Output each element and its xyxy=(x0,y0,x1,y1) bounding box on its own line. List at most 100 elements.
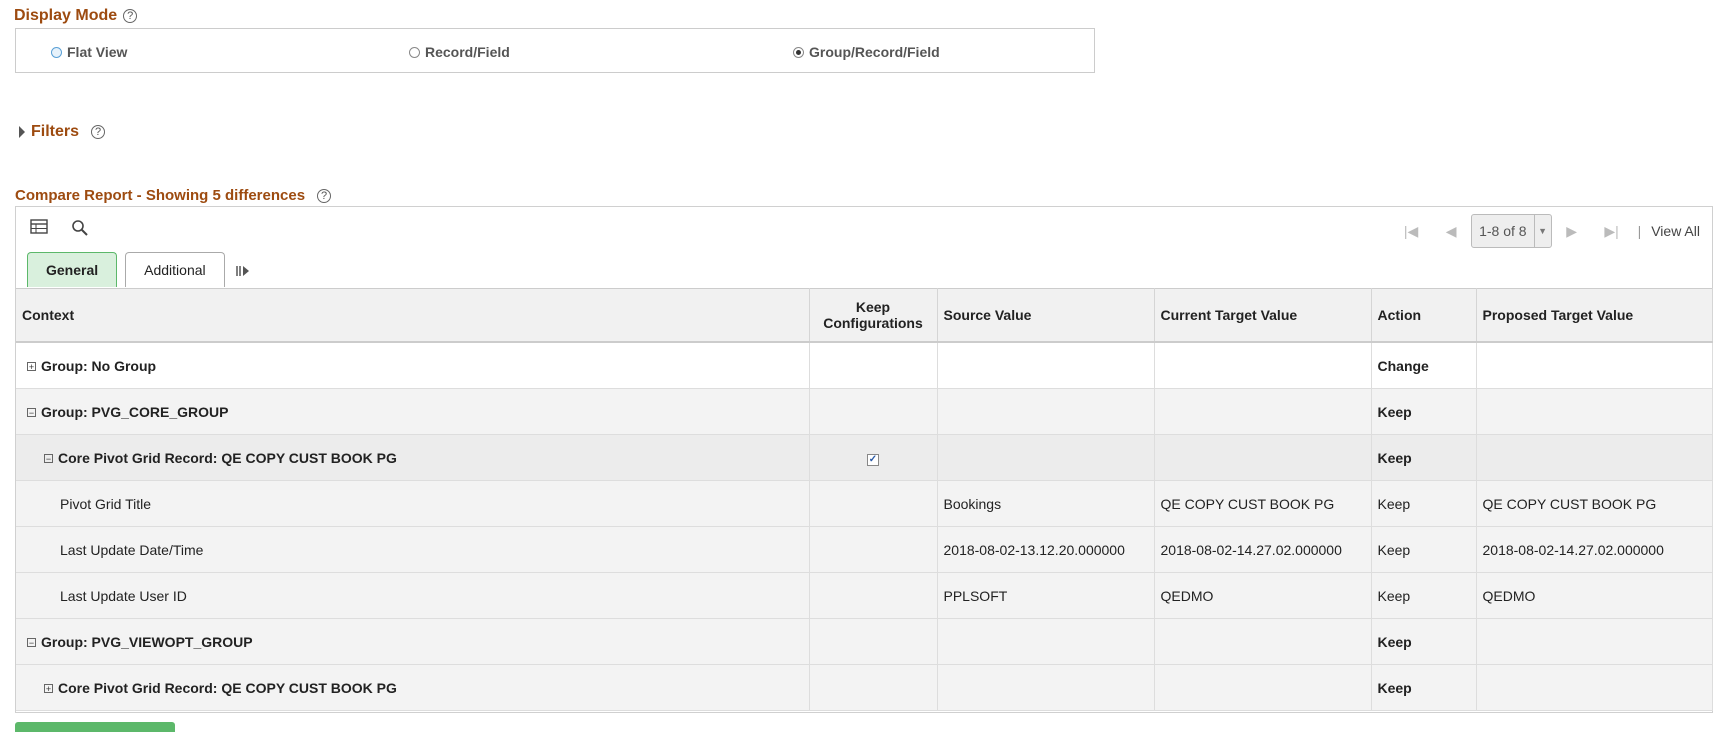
context-cell: Last Update User ID xyxy=(16,572,810,619)
column-header-action[interactable]: Action xyxy=(1371,288,1477,343)
current-cell xyxy=(1154,618,1372,665)
radio-icon[interactable] xyxy=(409,46,420,58)
help-icon[interactable]: ? xyxy=(123,9,138,23)
context-cell: − Group: PVG_CORE_GROUP xyxy=(16,388,810,435)
context-cell: − Group: PVG_VIEWOPT_GROUP xyxy=(16,618,810,665)
tab-additional[interactable]: Additional xyxy=(125,252,225,287)
table-row: − Group: PVG_VIEWOPT_GROUP Keep xyxy=(16,618,1713,665)
context-text: Group: PVG_CORE_GROUP xyxy=(41,403,229,420)
keep-cell xyxy=(809,526,938,573)
radio-record-field[interactable]: Record/Field xyxy=(409,44,510,60)
keep-cell xyxy=(809,388,938,435)
radio-label: Flat View xyxy=(67,44,128,60)
previous-page-icon[interactable]: ◀ xyxy=(1431,223,1471,240)
grid-tabs: General Additional xyxy=(27,252,251,287)
compare-report-label: Compare Report - Showing 5 differences xyxy=(15,187,306,204)
keep-configurations-checkbox[interactable]: ✓ xyxy=(867,454,879,466)
table-header-row: Context Keep Configurations Source Value… xyxy=(16,288,1713,343)
source-cell xyxy=(937,618,1155,665)
column-header-source-value[interactable]: Source Value xyxy=(937,288,1155,343)
keep-cell xyxy=(809,618,938,665)
column-header-proposed-target-value[interactable]: Proposed Target Value xyxy=(1476,288,1713,343)
proposed-cell xyxy=(1476,342,1713,389)
proposed-cell: 2018-08-02-14.27.02.000000 xyxy=(1476,526,1713,573)
column-header-context[interactable]: Context xyxy=(16,288,810,343)
context-text: Group: No Group xyxy=(41,357,157,374)
current-cell xyxy=(1154,664,1372,711)
context-text: Core Pivot Grid Record: QE COPY CUST BOO… xyxy=(58,679,397,696)
first-page-icon[interactable]: |◀ xyxy=(1391,223,1431,240)
table-row: + Core Pivot Grid Record: QE COPY CUST BO… xyxy=(16,664,1713,711)
tab-general[interactable]: General xyxy=(27,252,118,287)
proposed-cell: QE COPY CUST BOOK PG xyxy=(1476,480,1713,527)
table-row: + Group: No Group Change xyxy=(16,342,1713,389)
proposed-cell xyxy=(1476,664,1713,711)
help-icon[interactable]: ? xyxy=(317,188,332,203)
divider: | xyxy=(1637,223,1642,239)
radio-icon[interactable] xyxy=(793,46,804,58)
radio-label: Group/Record/Field xyxy=(809,44,940,60)
collapse-icon[interactable]: − xyxy=(27,407,36,417)
row-count-select[interactable]: 1-8 of 8 ▼ xyxy=(1471,214,1552,248)
display-mode-title: Display Mode ? xyxy=(14,7,138,25)
expand-icon[interactable]: + xyxy=(44,683,53,693)
current-cell xyxy=(1154,388,1372,435)
last-page-icon[interactable]: ▶| xyxy=(1592,223,1632,240)
table-row: − Core Pivot Grid Record: QE COPY CUST BO… xyxy=(16,434,1713,481)
context-text: Group: PVG_VIEWOPT_GROUP xyxy=(41,633,253,650)
proposed-cell: QEDMO xyxy=(1476,572,1713,619)
context-text: Core Pivot Grid Record: QE COPY CUST BOO… xyxy=(58,449,397,466)
current-cell: QE COPY CUST BOOK PG xyxy=(1154,480,1372,527)
personalize-grid-icon[interactable] xyxy=(30,219,48,238)
help-icon[interactable]: ? xyxy=(91,125,106,139)
search-icon[interactable] xyxy=(71,219,89,240)
keep-cell xyxy=(809,664,938,711)
action-cell: Keep xyxy=(1371,572,1477,619)
context-cell: − Core Pivot Grid Record: QE COPY CUST BO… xyxy=(16,434,810,481)
show-all-columns-icon[interactable] xyxy=(235,264,251,281)
row-count-label: 1-8 of 8 xyxy=(1479,223,1527,239)
expand-icon[interactable]: + xyxy=(27,361,36,371)
table-row: Last Update Date/Time 2018-08-02-13.12.2… xyxy=(16,526,1713,573)
next-page-icon[interactable]: ▶ xyxy=(1552,223,1592,240)
column-header-keep-configurations[interactable]: Keep Configurations xyxy=(809,288,938,343)
chevron-down-icon[interactable]: ▼ xyxy=(1533,215,1551,247)
source-cell xyxy=(937,434,1155,481)
compare-grid: |◀ ◀ 1-8 of 8 ▼ ▶ ▶| | View All General … xyxy=(15,206,1713,713)
context-cell: + Group: No Group xyxy=(16,342,810,389)
source-cell xyxy=(937,342,1155,389)
view-all-link[interactable]: View All xyxy=(1651,223,1700,239)
radio-flat-view[interactable]: Flat View xyxy=(51,44,127,60)
source-cell xyxy=(937,664,1155,711)
current-cell: 2018-08-02-14.27.02.000000 xyxy=(1154,526,1372,573)
radio-group-record-field[interactable]: Group/Record/Field xyxy=(793,44,940,60)
proposed-cell xyxy=(1476,618,1713,665)
source-cell xyxy=(937,388,1155,435)
expand-triangle-icon[interactable] xyxy=(19,126,25,138)
action-cell: Keep xyxy=(1371,480,1477,527)
proposed-cell xyxy=(1476,434,1713,481)
display-mode-label: Display Mode xyxy=(14,7,118,24)
source-cell: 2018-08-02-13.12.20.000000 xyxy=(937,526,1155,573)
filters-label[interactable]: Filters xyxy=(31,123,79,141)
action-cell: Keep xyxy=(1371,618,1477,665)
source-cell: Bookings xyxy=(937,480,1155,527)
collapse-icon[interactable]: − xyxy=(27,637,36,647)
filters-toggle[interactable]: Filters ? xyxy=(19,123,106,141)
radio-label: Record/Field xyxy=(425,44,510,60)
context-cell: Pivot Grid Title xyxy=(16,480,810,527)
current-cell xyxy=(1154,434,1372,481)
collapse-icon[interactable]: − xyxy=(44,453,53,463)
compare-table: Context Keep Configurations Source Value… xyxy=(16,288,1713,711)
compare-report-title: Compare Report - Showing 5 differences ? xyxy=(15,187,332,204)
radio-icon[interactable] xyxy=(51,46,62,58)
action-cell: Change xyxy=(1371,342,1477,389)
context-cell: + Core Pivot Grid Record: QE COPY CUST BO… xyxy=(16,664,810,711)
display-mode-box: Flat View Record/Field Group/Record/Fiel… xyxy=(15,28,1095,73)
source-cell: PPLSOFT xyxy=(937,572,1155,619)
current-cell: QEDMO xyxy=(1154,572,1372,619)
context-cell: Last Update Date/Time xyxy=(16,526,810,573)
column-header-current-target-value[interactable]: Current Target Value xyxy=(1154,288,1372,343)
table-row: Pivot Grid Title Bookings QE COPY CUST B… xyxy=(16,480,1713,527)
partial-button[interactable] xyxy=(15,722,175,732)
